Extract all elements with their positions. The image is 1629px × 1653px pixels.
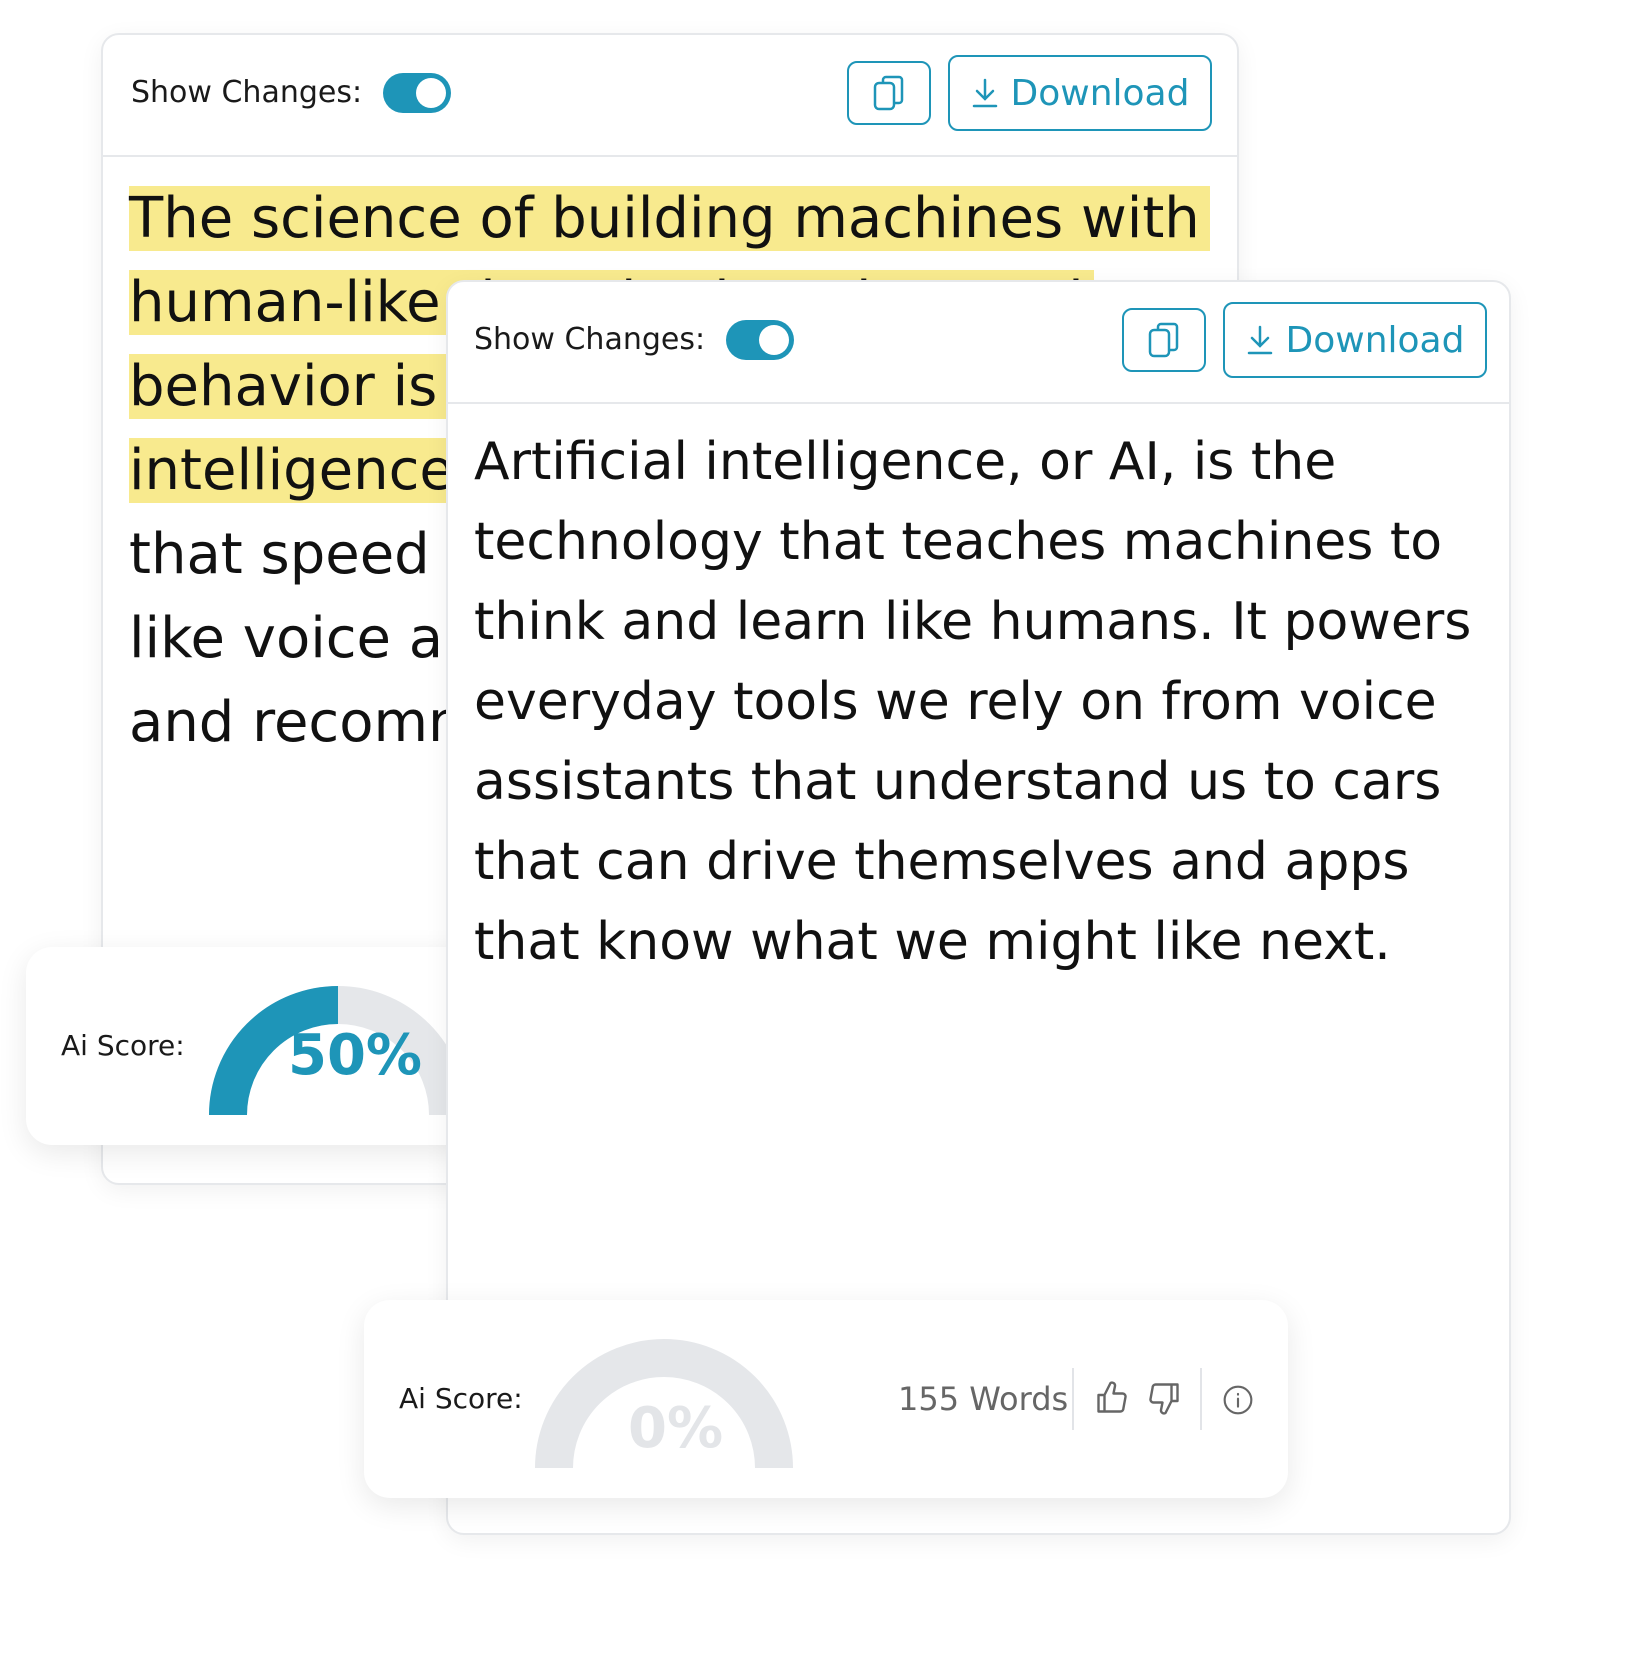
thumbs-down-icon[interactable] (1146, 1380, 1182, 1416)
download-icon (1247, 325, 1272, 355)
thumbs-up-icon[interactable] (1094, 1380, 1130, 1416)
copy-icon (1148, 322, 1179, 358)
word-count: 155 Words (898, 1380, 1069, 1418)
toggle-knob (416, 78, 446, 108)
front-toolbar: Show Changes: Download (448, 282, 1509, 404)
download-label: Download (1285, 319, 1465, 361)
download-button[interactable]: Download (1223, 302, 1487, 378)
copy-button[interactable] (847, 61, 931, 125)
ai-score-label: Ai Score: (399, 1382, 523, 1415)
text-line: everyday tools we rely on from voice (474, 672, 1437, 732)
copy-icon (873, 75, 904, 111)
show-changes-toggle[interactable] (726, 320, 794, 360)
download-label: Download (1010, 72, 1190, 114)
text-line: assistants that understand us to cars (474, 752, 1442, 812)
front-ai-score-card: Ai Score: 0% 155 Words (364, 1300, 1288, 1498)
copy-button[interactable] (1122, 308, 1206, 372)
ai-score-label: Ai Score: (61, 1029, 185, 1062)
front-text-body: Artificial intelligence, or AI, is the t… (474, 422, 1471, 982)
show-changes-toggle[interactable] (383, 73, 451, 113)
show-changes-label: Show Changes: (131, 75, 363, 110)
back-toolbar: Show Changes: Download (103, 35, 1237, 157)
download-icon (972, 78, 997, 108)
text-line: that can drive themselves and apps (474, 832, 1410, 892)
show-changes-label: Show Changes: (474, 322, 706, 357)
text-line: think and learn like humans. It powers (474, 592, 1472, 652)
text-line: Artificial intelligence, or AI, is the (474, 432, 1337, 492)
info-icon[interactable] (1222, 1384, 1254, 1416)
ai-score-value: 0% (628, 1396, 724, 1461)
divider (1200, 1368, 1202, 1430)
toggle-knob (759, 325, 789, 355)
divider (1072, 1368, 1074, 1430)
text-line: that know what we might like next. (474, 912, 1391, 972)
highlighted-line: The science of building machines with (129, 186, 1210, 251)
download-button[interactable]: Download (948, 55, 1212, 131)
text-line: technology that teaches machines to (474, 512, 1443, 572)
ai-score-value: 50% (288, 1023, 423, 1088)
